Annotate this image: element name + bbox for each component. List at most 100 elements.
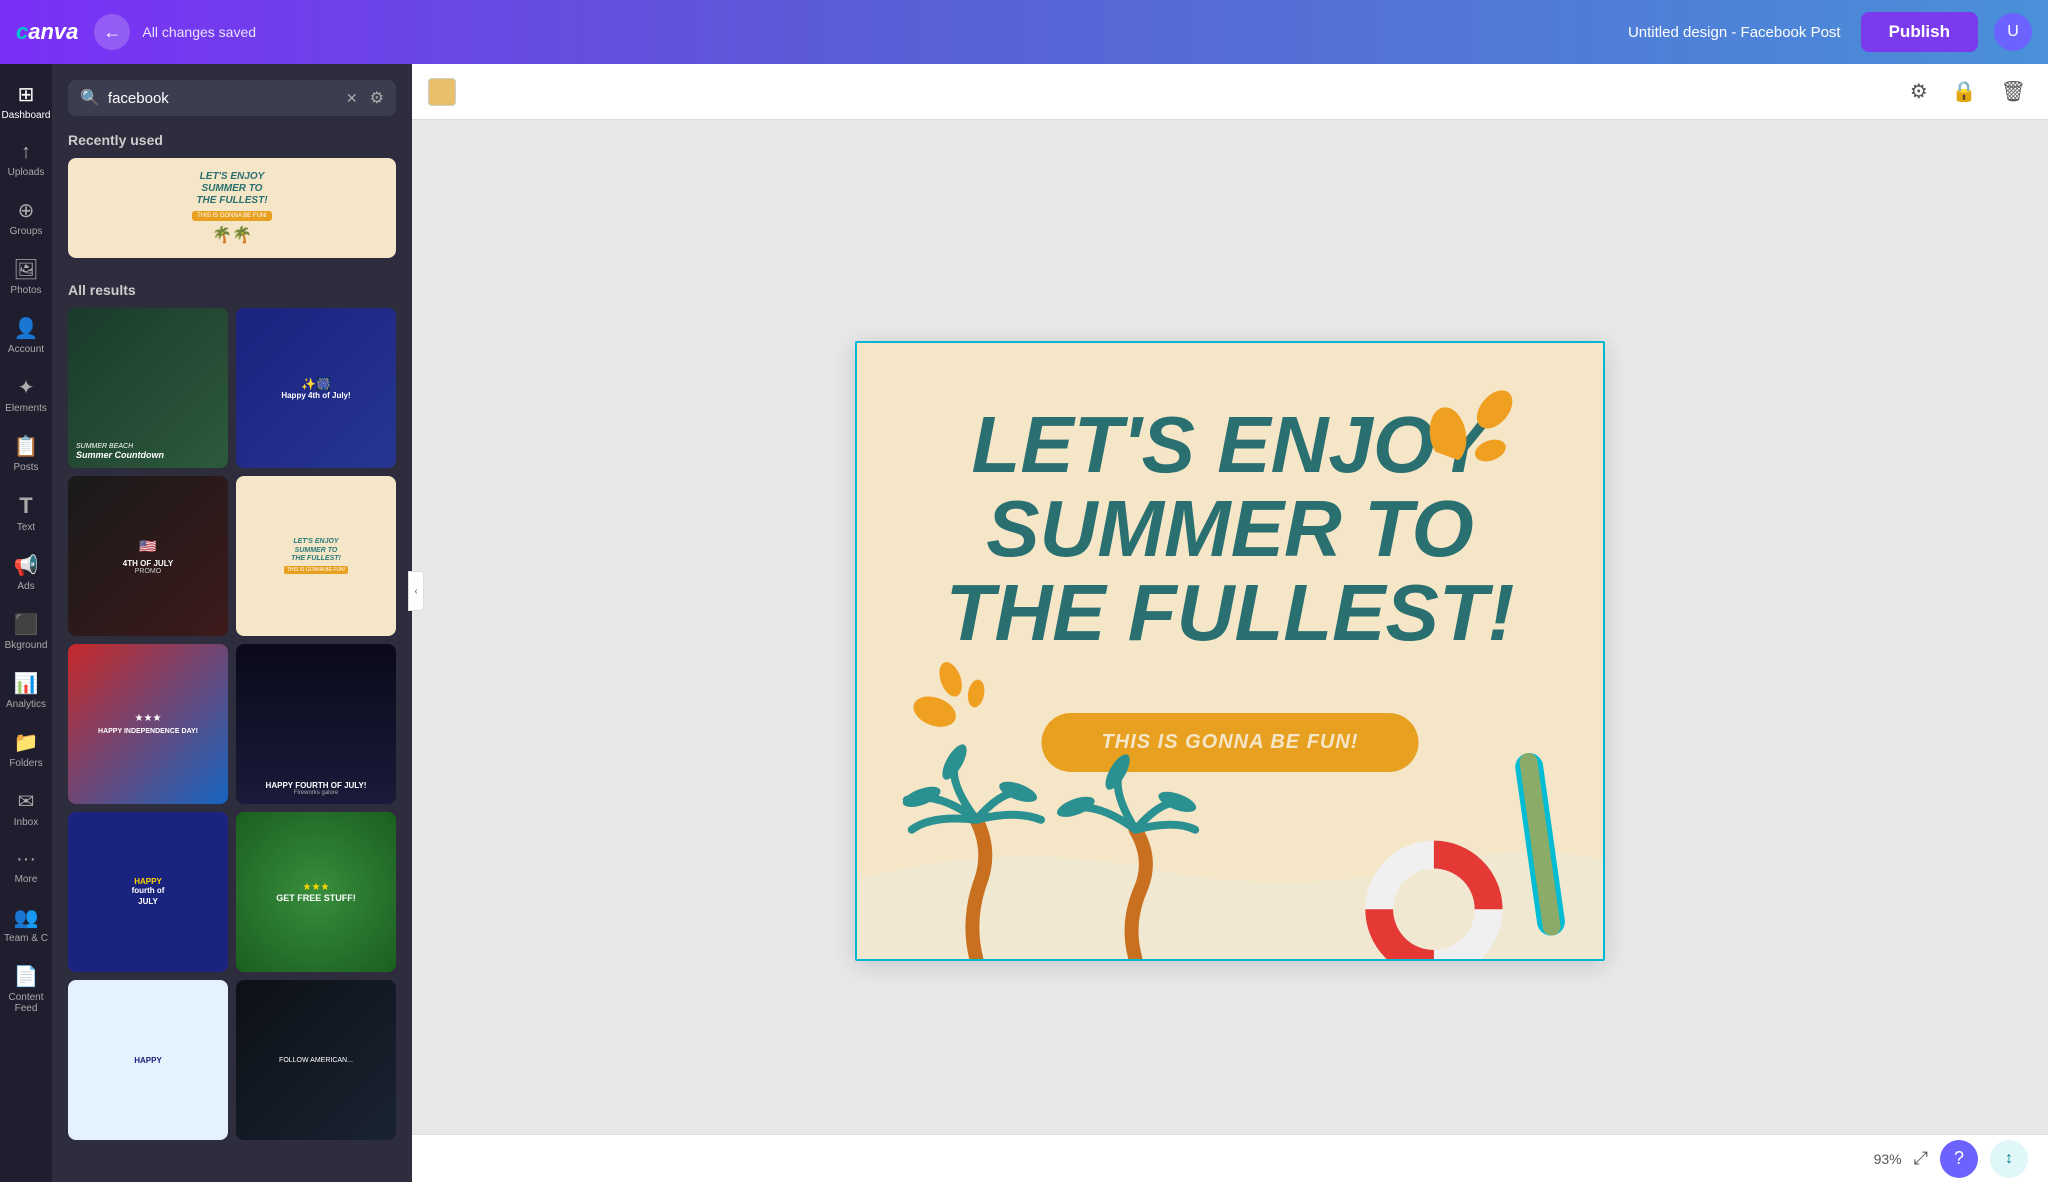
canvas-content: LET'S ENJOY SUMMER TO THE FULLEST! THIS … (412, 120, 2048, 1182)
template-hapfourth-title: fourth ofJULY (132, 886, 165, 907)
sidebar-item-text[interactable]: T Text (0, 483, 52, 543)
search-bar: 🔍 ✕ ⚙ (52, 64, 412, 116)
sidebar-item-elements[interactable]: ✦ Elements (0, 365, 52, 424)
canva-logo: canva (16, 19, 78, 45)
team-label: Team & C (4, 933, 48, 944)
publish-button[interactable]: Publish (1861, 12, 1978, 52)
template-card-countdown[interactable]: SUMMER BEACH Summer Countdown (68, 308, 228, 468)
team-icon: 👥 (14, 905, 39, 930)
design-canvas[interactable]: LET'S ENJOY SUMMER TO THE FULLEST! THIS … (855, 341, 1605, 961)
ads-label: Ads (17, 581, 34, 592)
sidebar-item-uploads[interactable]: ↑ Uploads (0, 131, 52, 188)
saved-status: All changes saved (142, 24, 1628, 40)
trash-toolbar-icon[interactable]: 🗑 (1995, 73, 2032, 110)
inbox-icon: ✉ (18, 789, 35, 814)
clear-icon[interactable]: ✕ (346, 90, 358, 107)
color-swatch[interactable] (428, 78, 456, 106)
template-promo-title: 4TH OF JULY (123, 559, 173, 568)
text-label: Text (17, 522, 35, 533)
all-results-label: All results (52, 266, 412, 308)
sidebar-item-templates[interactable]: ⊞ Dashboard (0, 72, 52, 131)
uploads-label: Uploads (8, 167, 45, 178)
text-icon: T (19, 493, 32, 519)
filter-icon[interactable]: ⚙ (370, 88, 384, 108)
template-countdown-title: Summer Countdown (76, 450, 220, 460)
template-card-summer1[interactable]: LET'S ENJOYSUMMER TOTHE FULLEST! THIS IS… (68, 158, 396, 258)
sidebar-panel: 🔍 ✕ ⚙ Recently used LET'S ENJOYSUMMER TO… (52, 64, 412, 1182)
sidebar-item-team[interactable]: 👥 Team & C (0, 895, 52, 954)
sidebar-item-ads[interactable]: 📢 Ads (0, 543, 52, 602)
template-card-getfree[interactable]: ★★★ GET FREE STUFF! (236, 812, 396, 972)
sidebar-item-folders[interactable]: 📁 Folders (0, 720, 52, 779)
template-4july-text: Happy 4th of July! (281, 391, 350, 400)
template-card-independence[interactable]: ★★★ HAPPY INDEPENDENCE DAY! (68, 644, 228, 804)
template-card-happy2[interactable]: HAPPY (68, 980, 228, 1140)
template-happy2-title: HAPPY (134, 1056, 162, 1065)
templates-icon: ⊞ (18, 82, 35, 107)
avatar[interactable]: U (1994, 13, 2032, 51)
sidebar-item-inbox[interactable]: ✉ Inbox (0, 779, 52, 838)
sidebar-item-analytics[interactable]: 📊 Analytics (0, 661, 52, 720)
hide-panel-button[interactable]: ‹ (408, 571, 424, 611)
template-card-4july[interactable]: ✨🎆 Happy 4th of July! (236, 308, 396, 468)
templates-label: Dashboard (2, 110, 51, 121)
inbox-label: Inbox (14, 817, 38, 828)
template-fireworks-sub: Fireworks galore (294, 790, 338, 796)
template-card-fireworks[interactable]: HAPPY FOURTH OF JULY! Fireworks galore (236, 644, 396, 804)
headline-line3: THE FULLEST! (890, 571, 1570, 655)
design-title: Untitled design - Facebook Post (1628, 24, 1841, 41)
template-independence-title: HAPPY INDEPENDENCE DAY! (98, 728, 198, 735)
template-grid: SUMMER BEACH Summer Countdown ✨🎆 Happy 4… (52, 308, 412, 1140)
search-input[interactable] (108, 90, 338, 107)
template-4july-sparks: ✨🎆 (301, 377, 331, 391)
posts-label: Posts (13, 462, 38, 473)
sidebar-item-content[interactable]: 📄 Content Feed (0, 954, 52, 1024)
search-input-wrap[interactable]: 🔍 ✕ ⚙ (68, 80, 396, 116)
headline-line2: SUMMER TO (890, 487, 1570, 571)
left-nav: ⊞ Dashboard ↑ Uploads ⊕ Groups 🖼 Photos … (0, 64, 52, 1182)
sidebar-item-account[interactable]: 👤 Account (0, 306, 52, 365)
background-icon: ⬛ (14, 612, 39, 637)
filter-toolbar-icon[interactable]: ⚙ (1904, 73, 1934, 110)
posts-icon: 📋 (14, 434, 39, 459)
sidebar-item-more[interactable]: ··· More (0, 838, 52, 895)
elements-icon: ✦ (18, 375, 35, 400)
bottom-bar: 93% ⤢ ? ↕ (412, 1134, 2048, 1182)
background-label: Bkground (5, 640, 48, 651)
template-card-summer2[interactable]: LET'S ENJOYSUMMER TOTHE FULLEST! THIS IS… (236, 476, 396, 636)
content-label: Content Feed (4, 992, 48, 1014)
groups-icon: ⊕ (18, 198, 35, 223)
sidebar-item-photos[interactable]: 🖼 Photos (0, 247, 52, 306)
more-icon: ··· (16, 848, 36, 871)
scroll-button[interactable]: ↕ (1990, 1140, 2028, 1178)
template-fireworks-title: HAPPY FOURTH OF JULY! (266, 781, 367, 790)
template-summer2-sub: THIS IS GONNA BE FUN! (284, 566, 348, 574)
help-button[interactable]: ? (1940, 1140, 1978, 1178)
content-icon: 📄 (14, 964, 39, 989)
lock-toolbar-icon[interactable]: 🔒 (1946, 73, 1983, 110)
uploads-icon: ↑ (21, 141, 31, 164)
template-card-promo[interactable]: 🇺🇸 4TH OF JULY PROMO (68, 476, 228, 636)
groups-label: Groups (10, 226, 43, 237)
template-hapfourth-sub: HAPPY (134, 877, 162, 886)
sidebar-item-background[interactable]: ⬛ Bkground (0, 602, 52, 661)
template-independence-stars: ★★★ (135, 713, 162, 724)
account-icon: 👤 (14, 316, 39, 341)
back-button[interactable]: ← (94, 14, 130, 50)
canvas-toolbar: ⚙ 🔒 🗑 (412, 64, 2048, 120)
template-card-dark[interactable]: FOLLOW AMERICAN... (236, 980, 396, 1140)
template-countdown-text: SUMMER BEACH (76, 443, 220, 450)
sidebar-item-posts[interactable]: 📋 Posts (0, 424, 52, 483)
folders-label: Folders (9, 758, 42, 769)
recently-used-label: Recently used (52, 116, 412, 158)
search-icon: 🔍 (80, 88, 100, 108)
template-promo-flag: 🇺🇸 (139, 538, 156, 555)
zoom-level: 93% (1874, 1151, 1902, 1167)
expand-icon[interactable]: ⤢ (1914, 1148, 1928, 1169)
photos-icon: 🖼 (13, 257, 38, 282)
account-label: Account (8, 344, 44, 355)
template-card-hapfourth[interactable]: HAPPY fourth ofJULY (68, 812, 228, 972)
template-summer2-headline: LET'S ENJOYSUMMER TOTHE FULLEST! (291, 538, 341, 563)
sidebar-item-groups[interactable]: ⊕ Groups (0, 188, 52, 247)
canvas-decorations (857, 739, 1603, 959)
